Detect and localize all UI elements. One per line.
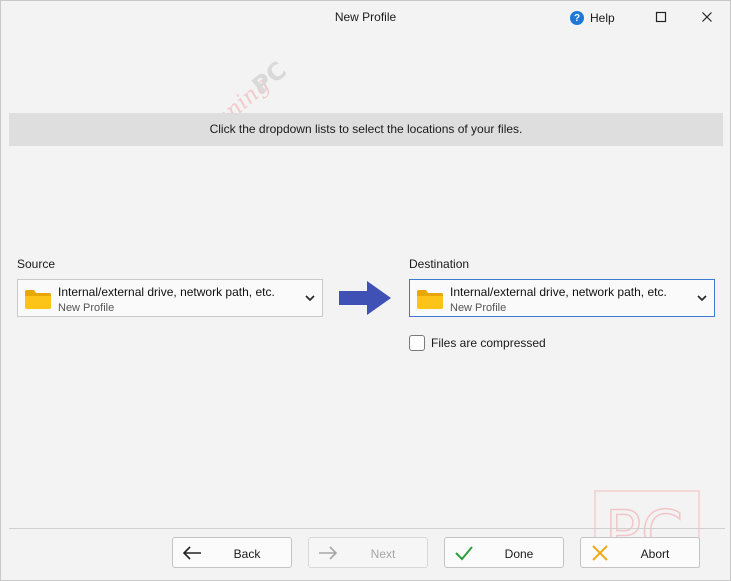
instruction-banner: Click the dropdown lists to select the l… <box>9 113 723 146</box>
source-primary-text: Internal/external drive, network path, e… <box>58 285 275 299</box>
files-compressed-checkbox[interactable] <box>409 335 425 351</box>
source-dropdown[interactable]: Internal/external drive, network path, e… <box>17 279 323 317</box>
help-icon: ? <box>570 11 584 25</box>
chevron-down-icon <box>697 295 707 302</box>
help-button[interactable]: ? Help <box>570 9 615 27</box>
back-label: Back <box>233 547 261 561</box>
watermark-bold-text: PC <box>247 56 292 100</box>
window-title: New Profile <box>334 10 397 24</box>
title-bar: New Profile ? Help <box>1 1 730 33</box>
destination-secondary-text: New Profile <box>450 302 507 314</box>
folder-icon <box>25 290 51 309</box>
maximize-icon[interactable] <box>653 9 669 25</box>
files-compressed-option[interactable]: Files are compressed <box>409 334 546 352</box>
new-profile-dialog: New Profile ? Help Winning PC Click the … <box>0 0 731 581</box>
next-label: Next <box>370 547 396 561</box>
arrow-right-icon <box>319 546 338 560</box>
source-secondary-text: New Profile <box>58 302 115 314</box>
chevron-down-icon <box>305 295 315 302</box>
checkmark-icon <box>455 546 473 561</box>
abort-button[interactable]: Abort <box>580 537 700 568</box>
destination-label: Destination <box>409 257 470 271</box>
files-compressed-label: Files are compressed <box>431 336 546 350</box>
help-label: Help <box>590 11 615 25</box>
source-label: Source <box>17 257 56 271</box>
x-icon <box>592 545 608 561</box>
close-icon[interactable] <box>699 9 715 25</box>
done-button[interactable]: Done <box>444 537 564 568</box>
destination-primary-text: Internal/external drive, network path, e… <box>450 285 667 299</box>
done-label: Done <box>504 547 534 561</box>
next-button[interactable]: Next <box>308 537 428 568</box>
back-button[interactable]: Back <box>172 537 292 568</box>
arrow-right-icon <box>339 281 391 315</box>
arrow-left-icon <box>182 546 201 560</box>
folder-icon <box>417 290 443 309</box>
footer-separator <box>9 528 725 529</box>
abort-label: Abort <box>640 547 670 561</box>
destination-dropdown[interactable]: Internal/external drive, network path, e… <box>409 279 715 317</box>
